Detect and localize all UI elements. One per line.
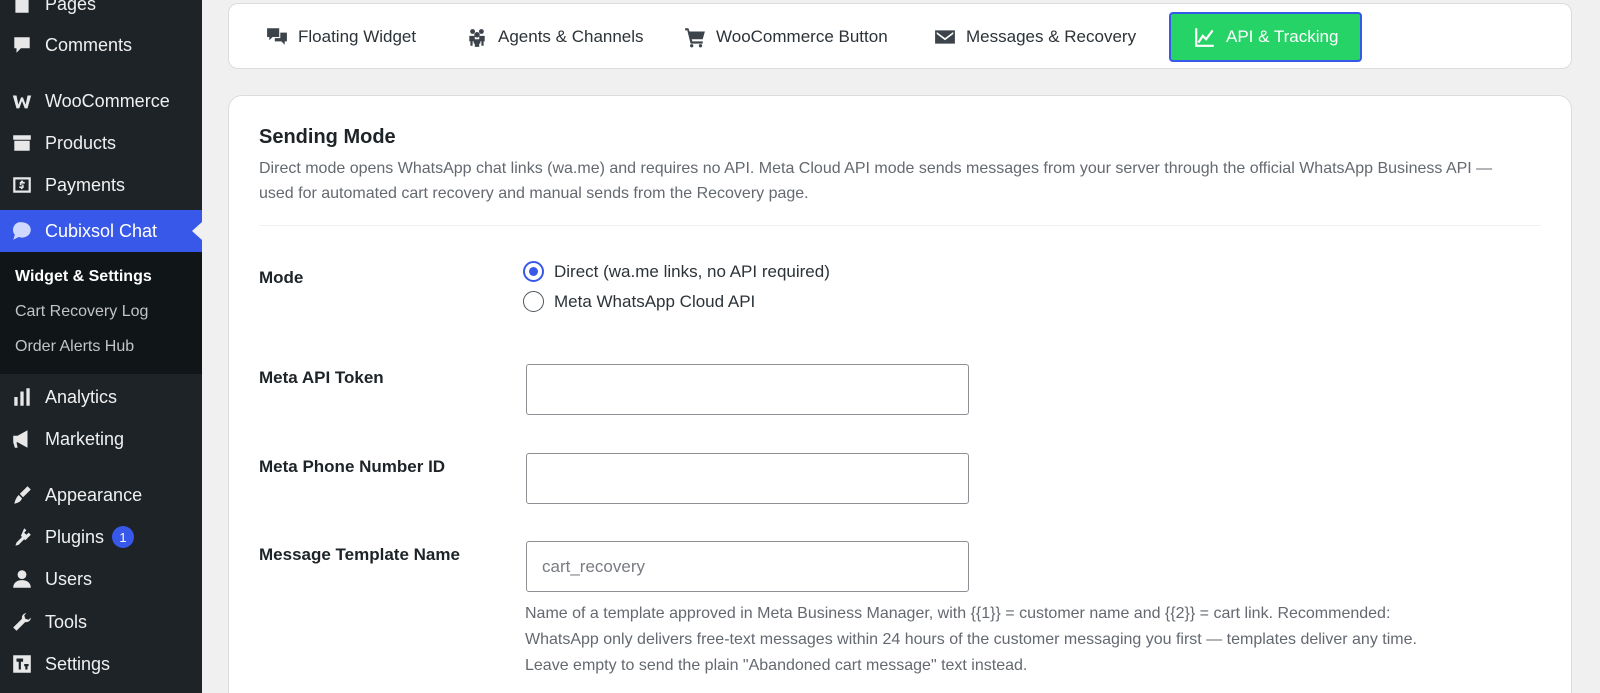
pages-icon	[10, 0, 34, 16]
meta-phone-number-id-input[interactable]	[526, 453, 969, 504]
sidebar-item-label: Appearance	[45, 484, 143, 505]
sidebar-item-tools[interactable]: Tools	[0, 601, 202, 643]
sidebar-item-label: Users	[45, 568, 93, 589]
mode-option-direct[interactable]: Direct (wa.me links, no API required)	[523, 261, 830, 282]
chat-bubble-icon	[10, 219, 34, 243]
megaphone-icon	[10, 427, 34, 451]
current-menu-caret	[192, 222, 202, 240]
sidebar-item-label: Payments	[45, 174, 126, 195]
meta-api-token-label: Meta API Token	[259, 368, 384, 387]
sidebar-item-products[interactable]: Products	[0, 122, 202, 164]
chat-bubbles-icon	[265, 25, 289, 49]
tab-woocommerce-button[interactable]: WooCommerce Button	[683, 12, 888, 62]
cart-icon	[683, 25, 707, 49]
cubixsol-submenu: Widget & Settings Cart Recovery Log Orde…	[0, 252, 202, 374]
help-line: Leave empty to send the plain "Abandoned…	[525, 657, 1028, 674]
tab-label: Floating Widget	[298, 27, 417, 46]
help-line: WhatsApp only delivers free-text message…	[525, 631, 1417, 648]
meta-api-token-input[interactable]	[526, 364, 969, 415]
paintbrush-icon	[10, 483, 34, 507]
wrench-icon	[10, 610, 34, 634]
tab-label: Messages & Recovery	[966, 27, 1137, 46]
tab-floating-widget[interactable]: Floating Widget	[265, 12, 416, 62]
tab-label: WooCommerce Button	[716, 27, 888, 46]
analytics-icon	[10, 385, 34, 409]
sidebar-item-label: Comments	[45, 34, 133, 55]
submenu-item-widget-settings[interactable]: Widget & Settings	[15, 268, 152, 286]
section-title: Sending Mode	[259, 126, 396, 148]
section-description: Direct mode opens WhatsApp chat links (w…	[259, 160, 1493, 202]
sidebar-item-label: Marketing	[45, 428, 125, 449]
message-template-name-input[interactable]	[526, 541, 969, 592]
sidebar-item-analytics[interactable]: Analytics	[0, 376, 202, 418]
sidebar-item-woocommerce[interactable]: WooCommerce	[0, 80, 202, 122]
mode-option-meta-cloud[interactable]: Meta WhatsApp Cloud API	[523, 291, 755, 312]
payments-icon	[10, 173, 34, 197]
radio-label: Meta WhatsApp Cloud API	[554, 291, 756, 311]
sidebar-item-appearance[interactable]: Appearance	[0, 474, 202, 516]
sidebar-item-label: Analytics	[45, 386, 118, 407]
submenu-item-cart-recovery-log[interactable]: Cart Recovery Log	[15, 303, 148, 321]
radio-meta-cloud[interactable]	[523, 291, 544, 312]
section-divider	[259, 225, 1541, 226]
sidebar-item-label: WooCommerce	[45, 90, 170, 111]
sidebar-item-label: Pages	[45, 0, 97, 14]
settings-icon	[10, 652, 34, 676]
tab-label: API & Tracking	[1226, 27, 1339, 46]
comments-icon	[10, 33, 34, 57]
chart-line-icon	[1193, 25, 1217, 49]
sidebar-item-plugins[interactable]: Plugins 1	[0, 516, 202, 558]
sidebar-item-payments[interactable]: Payments	[0, 164, 202, 206]
template-help-text: Name of a template approved in Meta Busi…	[525, 601, 1535, 679]
sidebar-item-label: Tools	[45, 611, 88, 632]
plugin-icon	[10, 525, 34, 549]
sidebar-item-comments[interactable]: Comments	[0, 24, 202, 66]
sidebar-item-label: Products	[45, 132, 117, 153]
users-icon	[10, 567, 34, 591]
radio-direct[interactable]	[523, 261, 544, 282]
tab-api-tracking[interactable]: API & Tracking	[1169, 12, 1363, 62]
sidebar-item-settings[interactable]: Settings	[0, 643, 202, 685]
plugins-update-badge: 1	[112, 526, 135, 548]
meta-phone-number-id-label: Meta Phone Number ID	[259, 457, 446, 476]
sidebar-item-pages[interactable]: Pages	[0, 0, 202, 25]
sidebar-item-marketing[interactable]: Marketing	[0, 418, 202, 460]
help-line: Name of a template approved in Meta Busi…	[525, 605, 1391, 622]
envelope-icon	[933, 25, 957, 49]
sidebar-item-cubixsol-chat[interactable]: Cubixsol Chat	[0, 210, 202, 252]
sidebar-item-label: Settings	[45, 653, 111, 674]
mode-label: Mode	[259, 268, 304, 287]
sidebar-item-label: Cubixsol Chat	[45, 220, 158, 241]
tab-agents-channels[interactable]: Agents & Channels	[465, 12, 644, 62]
sidebar-item-users[interactable]: Users	[0, 558, 202, 600]
message-template-name-label: Message Template Name	[259, 545, 460, 564]
sidebar-item-label: Plugins	[45, 526, 105, 547]
submenu-item-order-alerts-hub[interactable]: Order Alerts Hub	[15, 338, 134, 356]
admin-sidebar: Pages Comments WooCommerce Products Paym…	[0, 0, 202, 693]
group-icon	[465, 25, 489, 49]
tab-messages-recovery[interactable]: Messages & Recovery	[933, 12, 1136, 62]
settings-tabs-bar: Floating Widget Agents & Channels WooCom…	[228, 3, 1572, 69]
products-icon	[10, 131, 34, 155]
radio-label: Direct (wa.me links, no API required)	[554, 261, 830, 281]
woocommerce-icon	[10, 89, 34, 113]
sending-mode-card: Sending Mode Direct mode opens WhatsApp …	[228, 95, 1572, 693]
tab-label: Agents & Channels	[498, 27, 644, 46]
